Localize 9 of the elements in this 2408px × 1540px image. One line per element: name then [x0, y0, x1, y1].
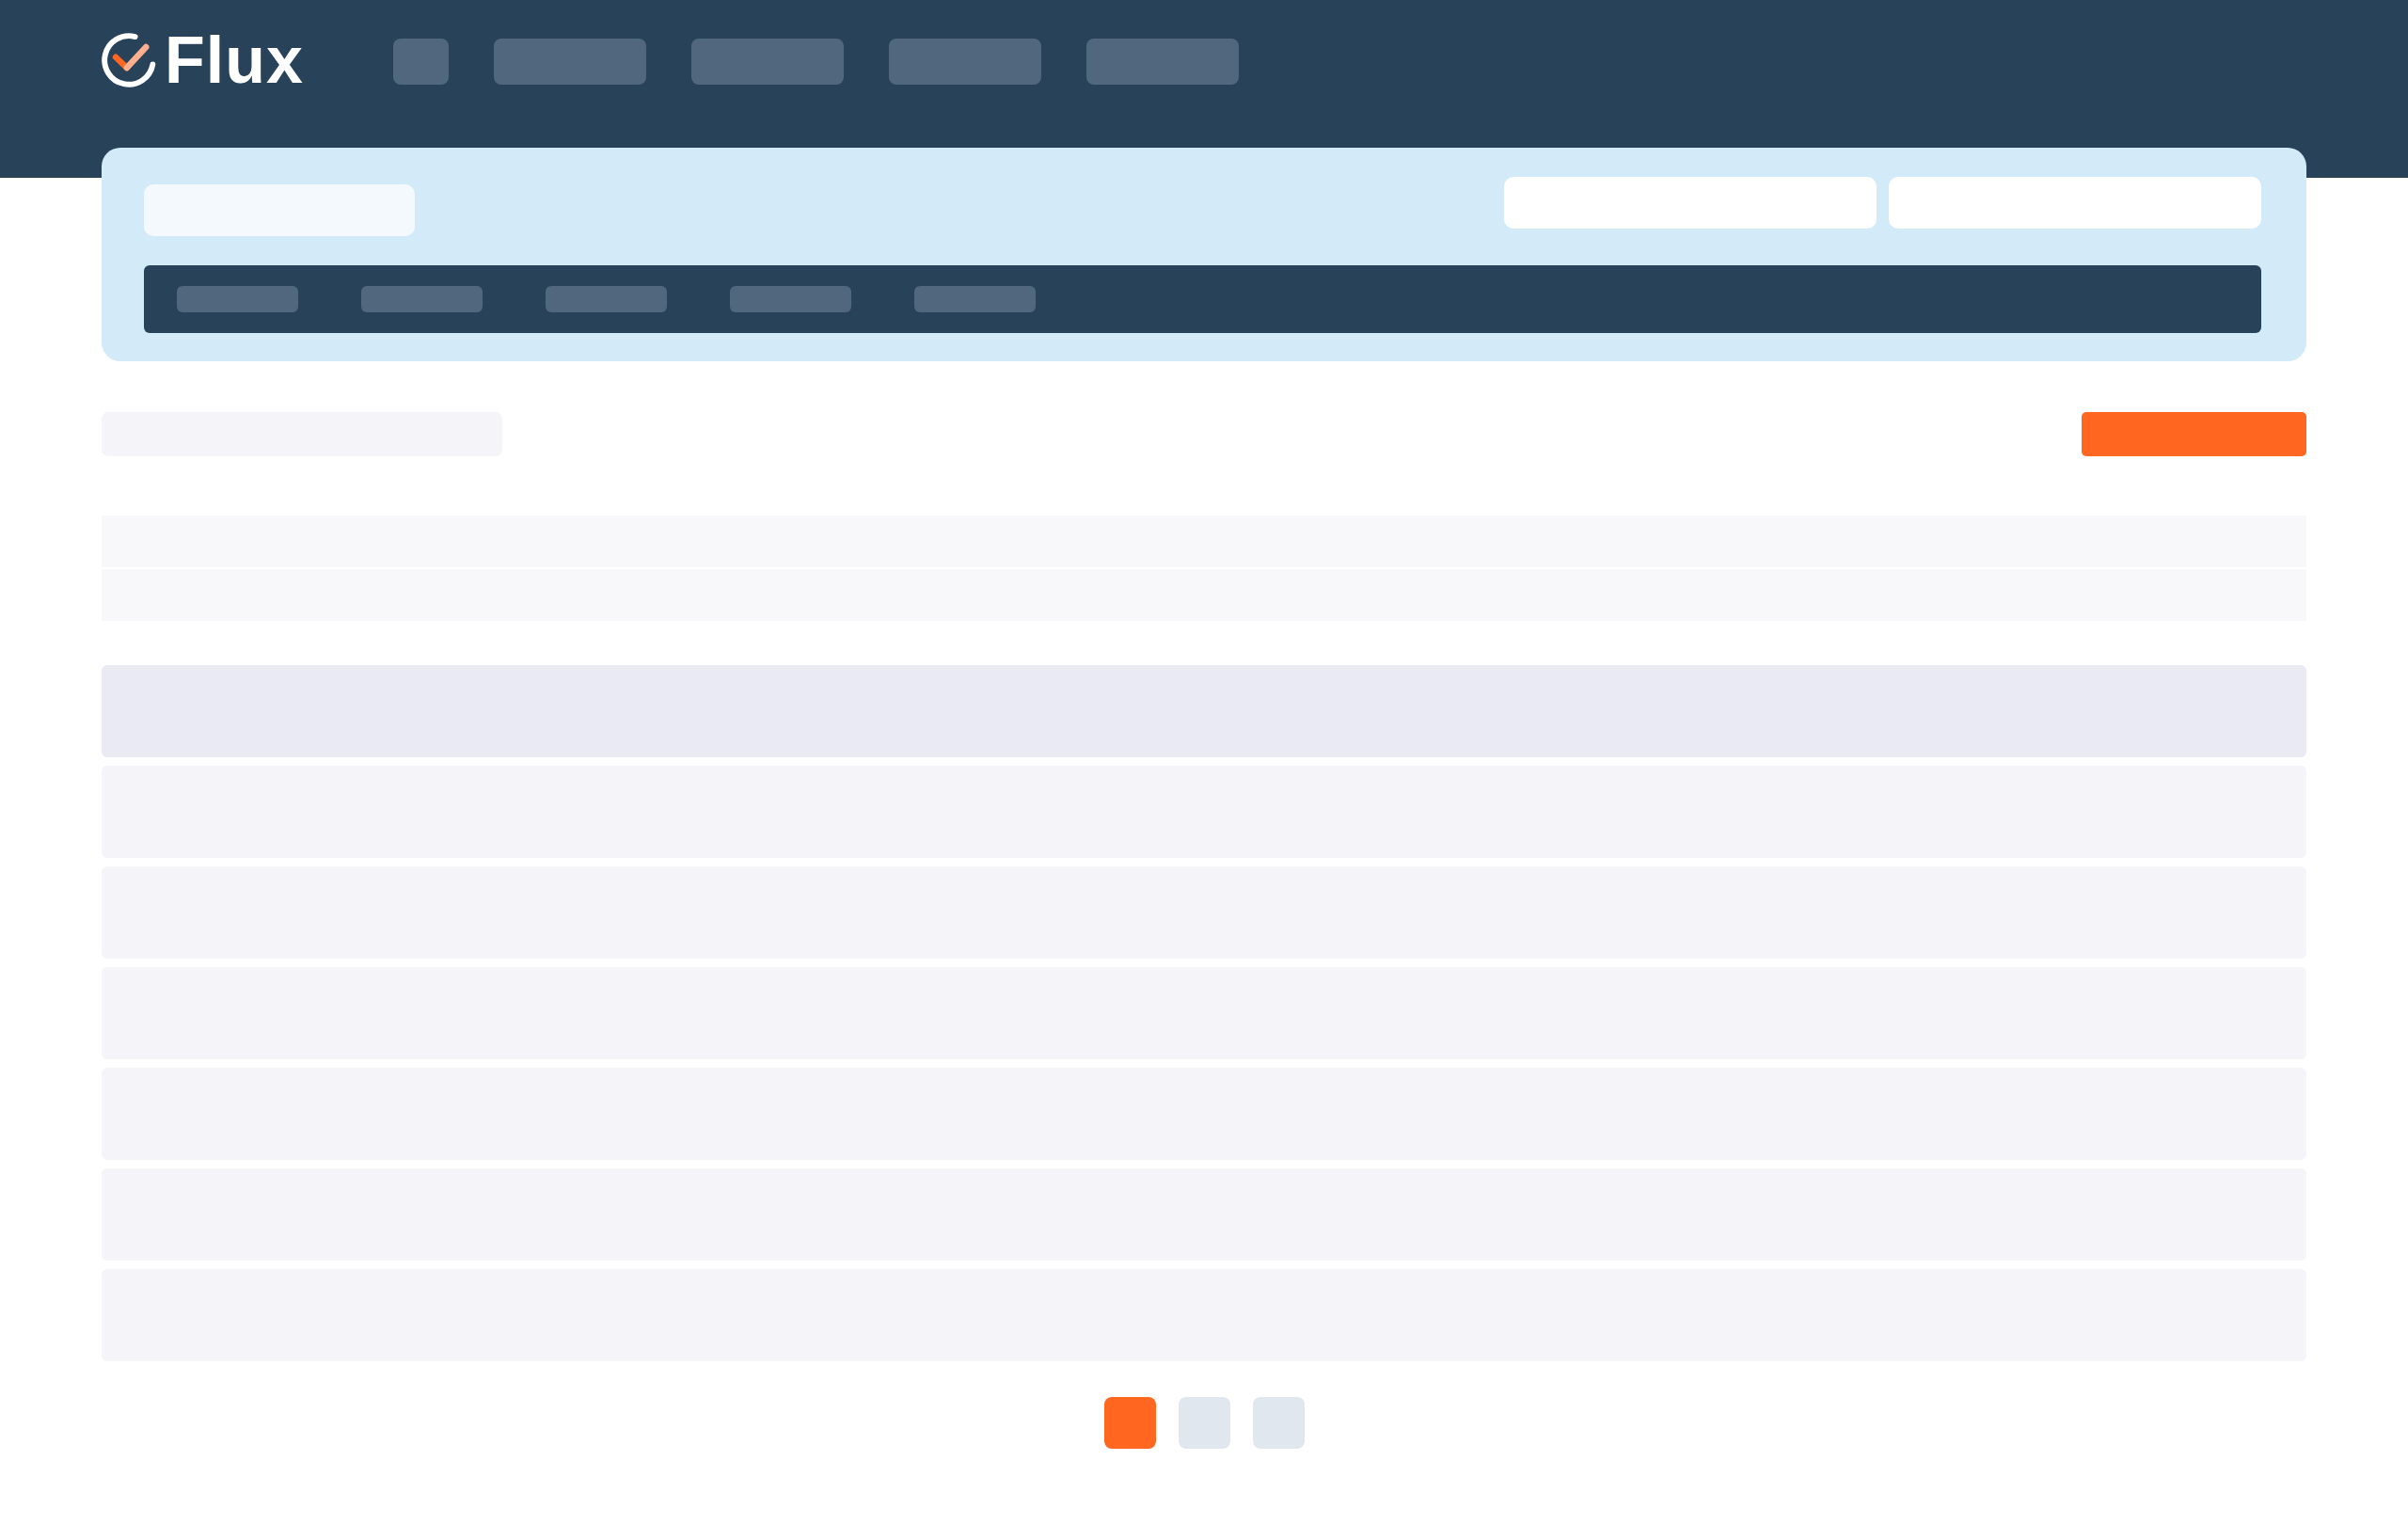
- nav-placeholder: [392, 39, 449, 85]
- page-button[interactable]: [1252, 1397, 1305, 1449]
- input-field[interactable]: [1504, 177, 1877, 229]
- page-button[interactable]: [1178, 1397, 1230, 1449]
- input-field[interactable]: [1889, 177, 2261, 229]
- check-circle-icon: [102, 33, 156, 87]
- page-button[interactable]: [1103, 1397, 1156, 1449]
- logo-text: Flux: [165, 27, 304, 93]
- action-button[interactable]: [2082, 412, 2306, 456]
